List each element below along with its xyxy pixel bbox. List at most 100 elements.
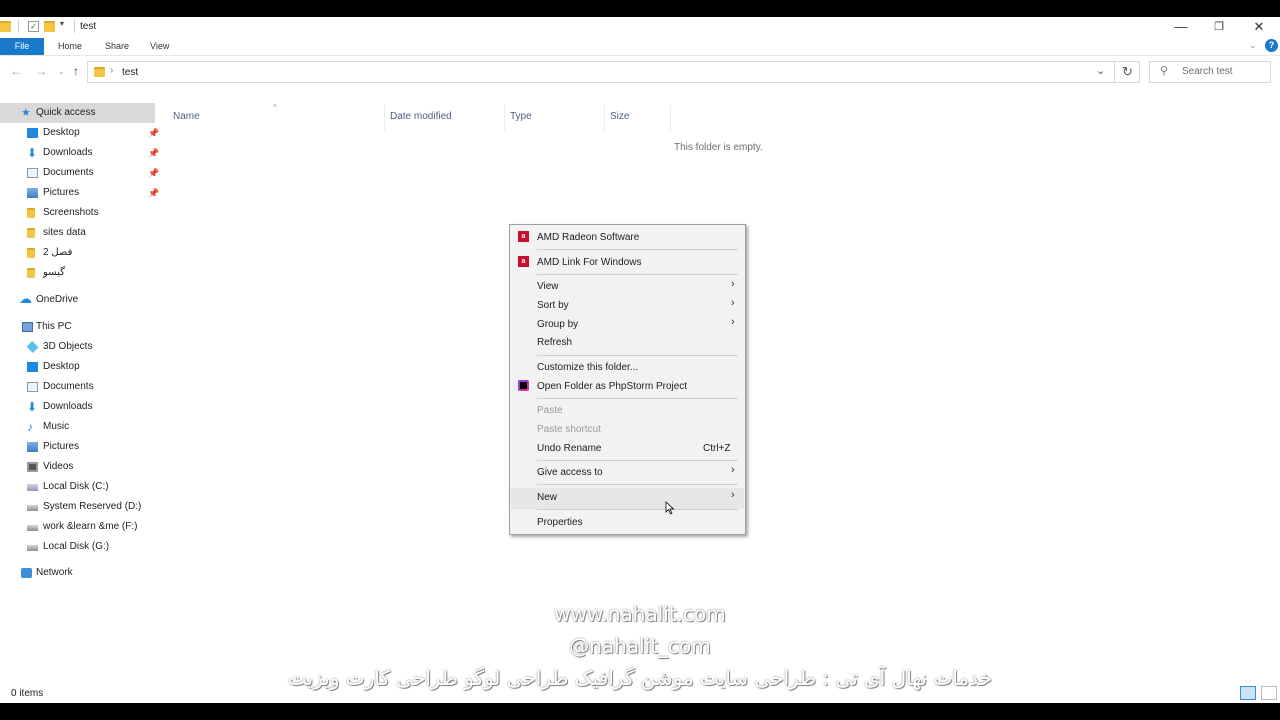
menu-separator [537,355,738,356]
tab-view[interactable]: View [150,38,169,55]
document-icon [27,168,38,178]
help-icon[interactable]: ? [1265,39,1278,52]
star-icon: ★ [21,107,31,119]
sidebar-item-pc-documents[interactable]: Documents [27,377,94,397]
sidebar-item-music[interactable]: ♪ Music [27,417,69,437]
properties-check-icon[interactable]: ✓ [28,21,39,32]
folder-icon [27,248,35,258]
sidebar-item-videos[interactable]: Videos [27,457,73,477]
sidebar-item-pictures[interactable]: Pictures [27,183,79,203]
up-arrow-icon[interactable]: ↑ [73,64,79,78]
close-button[interactable]: ✕ [1239,17,1279,37]
pictures-icon [27,442,38,452]
folder-icon [0,21,11,32]
new-folder-icon[interactable] [44,21,55,32]
pin-icon[interactable]: 📌 [148,188,159,199]
sidebar-item-pc-pictures[interactable]: Pictures [27,437,79,457]
menu-item-amd-link[interactable]: AMD Link For Windows [537,257,641,268]
column-header-size[interactable]: Size [610,111,629,122]
sidebar-item-onedrive[interactable]: ☁ OneDrive [19,290,78,310]
search-icon: ⚲ [1160,65,1169,77]
folder-icon [94,67,105,77]
sidebar-item-work-learn-me-f[interactable]: work &learn &me (F:) [27,517,138,537]
sidebar-item-gisoo[interactable]: گیسو [27,263,65,283]
sidebar-item-pc-desktop[interactable]: Desktop [27,357,80,377]
sidebar-item-label: work &learn &me (F:) [43,521,138,532]
sidebar-item-label: Local Disk (G:) [43,541,110,552]
maximize-button[interactable]: ❐ [1199,17,1239,37]
download-arrow-icon: ⬇ [27,146,38,160]
column-divider[interactable] [670,105,671,131]
tab-file[interactable]: File [0,38,44,55]
menu-item-refresh[interactable]: Refresh [537,337,572,348]
menu-item-new[interactable]: New [537,492,557,503]
sidebar-item-chapter-2[interactable]: فصل 2 [27,243,73,263]
tab-share[interactable]: Share [105,38,129,55]
tab-home[interactable]: Home [58,38,82,55]
menu-item-amd-radeon-software[interactable]: AMD Radeon Software [537,232,639,243]
sidebar-item-local-disk-g[interactable]: Local Disk (G:) [27,537,110,557]
window-title: test [80,21,97,32]
forward-arrow-icon[interactable]: → [35,64,47,78]
menu-separator [537,249,738,250]
sidebar-item-documents[interactable]: Documents [27,163,94,183]
undo-shortcut-label: Ctrl+Z [703,443,731,454]
sidebar-item-desktop[interactable]: Desktop [27,123,80,143]
back-arrow-icon[interactable]: ← [10,64,22,78]
expand-ribbon-chevron-icon[interactable]: ⌄ [1249,40,1257,51]
address-history-chevron-icon[interactable]: ⌄ [1096,64,1105,77]
sidebar-item-3d-objects[interactable]: 3D Objects [26,337,93,357]
breadcrumb-test[interactable]: test [122,67,138,78]
pin-icon[interactable]: 📌 [148,148,159,159]
music-note-icon: ♪ [27,420,33,434]
search-input[interactable]: Search test [1182,66,1233,77]
menu-item-open-phpstorm[interactable]: Open Folder as PhpStorm Project [537,381,687,392]
menu-item-sort-by[interactable]: Sort by [537,300,569,311]
customize-qat-icon[interactable]: ▾ [60,19,64,28]
menu-item-customize-folder[interactable]: Customize this folder... [537,362,638,373]
sidebar-item-label: Desktop [43,361,80,372]
sidebar-item-label: 3D Objects [43,341,93,352]
minimize-button[interactable]: — [1161,17,1201,37]
menu-item-properties[interactable]: Properties [537,517,583,528]
search-box[interactable]: ⚲ Search test [1149,61,1271,83]
column-divider[interactable] [604,105,605,131]
sidebar-item-label: فصل 2 [43,247,73,258]
pin-icon[interactable]: 📌 [148,128,159,139]
column-divider[interactable] [504,105,505,131]
column-divider[interactable] [384,105,385,131]
menu-item-undo-rename[interactable]: Undo Rename [537,443,601,454]
computer-icon [22,322,33,332]
sidebar-item-pc-downloads[interactable]: ⬇ Downloads [27,397,92,417]
drive-icon [27,545,38,551]
column-header-name[interactable]: Name [173,111,200,122]
sidebar-item-this-pc[interactable]: This PC [22,317,72,337]
menu-item-group-by[interactable]: Group by [537,319,578,330]
context-menu: a AMD Radeon Software a AMD Link For Win… [509,224,746,535]
refresh-icon[interactable]: ↻ [1122,64,1133,80]
sidebar-item-system-reserved-d[interactable]: System Reserved (D:) [27,497,141,517]
sidebar-item-network[interactable]: Network [21,563,73,583]
large-icons-view-icon[interactable] [1261,686,1277,700]
status-item-count: 0 items [11,688,44,699]
pin-icon[interactable]: 📌 [148,168,159,179]
path-separator-chevron-icon[interactable]: › [110,65,113,76]
column-header-date-modified[interactable]: Date modified [390,111,452,122]
recent-locations-chevron-icon[interactable]: ⌄ [58,67,65,76]
amd-icon: a [518,256,529,267]
folder-icon [27,208,35,218]
sidebar-item-downloads[interactable]: ⬇ Downloads [27,143,92,163]
drive-icon [27,484,38,491]
sidebar-item-sites-data[interactable]: sites data [27,223,86,243]
file-explorer-window: ✓ ▾ test — ❐ ✕ File Home Share View ⌄ ? … [0,17,1280,703]
menu-item-give-access[interactable]: Give access to [537,467,603,478]
address-bar[interactable]: › test ⌄ ↻ [87,61,1140,83]
film-icon [27,462,38,472]
sidebar-item-screenshots[interactable]: Screenshots [27,203,99,223]
sidebar-item-quick-access[interactable]: ★ Quick access [21,103,96,123]
details-view-icon[interactable] [1240,686,1256,700]
sidebar-item-label: Quick access [36,107,96,118]
column-header-type[interactable]: Type [510,111,532,122]
sidebar-item-local-disk-c[interactable]: Local Disk (C:) [27,477,109,497]
menu-item-view[interactable]: View [537,281,559,292]
